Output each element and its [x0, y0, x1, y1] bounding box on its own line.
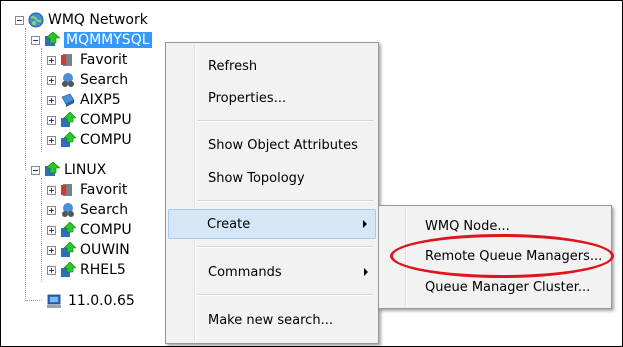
tree-node-favorites[interactable]: Favorit — [47, 181, 127, 199]
favorites-icon — [61, 184, 72, 196]
tree-node-label: Favorit — [80, 182, 128, 198]
tree-node-label: AIXP5 — [80, 92, 121, 108]
collapse-icon[interactable] — [15, 15, 24, 25]
tree-node-aixp5[interactable]: AIXP5 — [47, 91, 121, 109]
network-globe-icon — [28, 12, 44, 28]
tree-node-rhel5[interactable]: RHEL5 — [47, 261, 126, 279]
tree-node-label: COMPU — [80, 132, 132, 148]
computer-icon — [47, 294, 61, 308]
queue-manager-icon — [45, 32, 60, 46]
tree-node-search[interactable]: Search — [47, 71, 128, 89]
queue-manager-icon — [61, 132, 76, 147]
expand-icon[interactable] — [47, 185, 56, 195]
tree-node-search[interactable]: Search — [47, 201, 128, 219]
tree-node-favorites[interactable]: Favorit — [47, 51, 127, 69]
menu-separator — [198, 200, 374, 202]
menu-separator — [198, 294, 374, 296]
menu-separator — [198, 120, 374, 122]
favorites-icon — [61, 54, 72, 66]
tree-node-label: COMPU — [80, 112, 132, 128]
menu-item-commands[interactable]: Commands — [168, 257, 376, 287]
tree-node-computer[interactable]: COMPU — [47, 221, 132, 239]
tree-node-label: Search — [80, 202, 129, 218]
queue-manager-icon — [61, 242, 76, 257]
server-icon — [61, 93, 75, 107]
menu-item-make-new-search[interactable]: Make new search... — [168, 305, 376, 335]
queue-manager-icon — [45, 162, 60, 176]
tree-node-label: Search — [80, 72, 129, 88]
menu-item-show-object-attributes[interactable]: Show Object Attributes — [168, 130, 376, 160]
tree-node-label: OUWIN — [80, 242, 130, 258]
submenu-arrow-icon — [363, 220, 367, 228]
queue-manager-icon — [61, 112, 76, 127]
context-menu: Refresh Properties... Show Object Attrib… — [165, 42, 379, 344]
expand-icon[interactable] — [47, 245, 56, 255]
expand-icon[interactable] — [47, 205, 56, 215]
tree-node-computer-2[interactable]: COMPU — [47, 131, 132, 149]
search-icon — [62, 73, 74, 87]
queue-manager-icon — [61, 262, 76, 277]
search-icon — [62, 203, 74, 217]
expand-icon[interactable] — [47, 115, 56, 125]
tree-node-label: COMPU — [80, 222, 132, 238]
tree-node-ouwin[interactable]: OUWIN — [47, 241, 130, 259]
tree-node-mqmmysql[interactable]: MQMMYSQL — [31, 31, 152, 49]
menu-item-create[interactable]: Create — [168, 209, 376, 239]
submenu-arrow-icon — [364, 268, 368, 276]
menu-separator — [198, 246, 374, 248]
collapse-icon[interactable] — [31, 35, 40, 45]
expand-icon[interactable] — [47, 55, 56, 65]
tree-node-label: WMQ Network — [48, 12, 148, 28]
menu-item-refresh[interactable]: Refresh — [168, 51, 376, 81]
collapse-icon[interactable] — [31, 165, 40, 175]
menu-item-show-topology[interactable]: Show Topology — [168, 163, 376, 193]
expand-icon[interactable] — [47, 265, 56, 275]
tree-node-label: MQMMYSQL — [64, 32, 152, 48]
tree-node-root[interactable]: WMQ Network — [15, 11, 148, 29]
expand-icon[interactable] — [47, 225, 56, 235]
tree-node-label: 11.0.0.65 — [68, 293, 135, 309]
tree-node-label: RHEL5 — [80, 262, 126, 278]
tree-node-computer-1[interactable]: COMPU — [47, 111, 132, 129]
expand-icon[interactable] — [47, 135, 56, 145]
tree-node-label: LINUX — [64, 162, 107, 178]
highlight-oval — [390, 234, 614, 278]
expand-icon[interactable] — [47, 75, 56, 85]
tree-node-label: Favorit — [80, 52, 128, 68]
expand-icon[interactable] — [47, 95, 56, 105]
menu-item-properties[interactable]: Properties... — [168, 83, 376, 113]
queue-manager-icon — [61, 222, 76, 237]
tree-node-ip[interactable]: 11.0.0.65 — [44, 292, 135, 310]
tree-node-linux[interactable]: LINUX — [31, 161, 106, 179]
